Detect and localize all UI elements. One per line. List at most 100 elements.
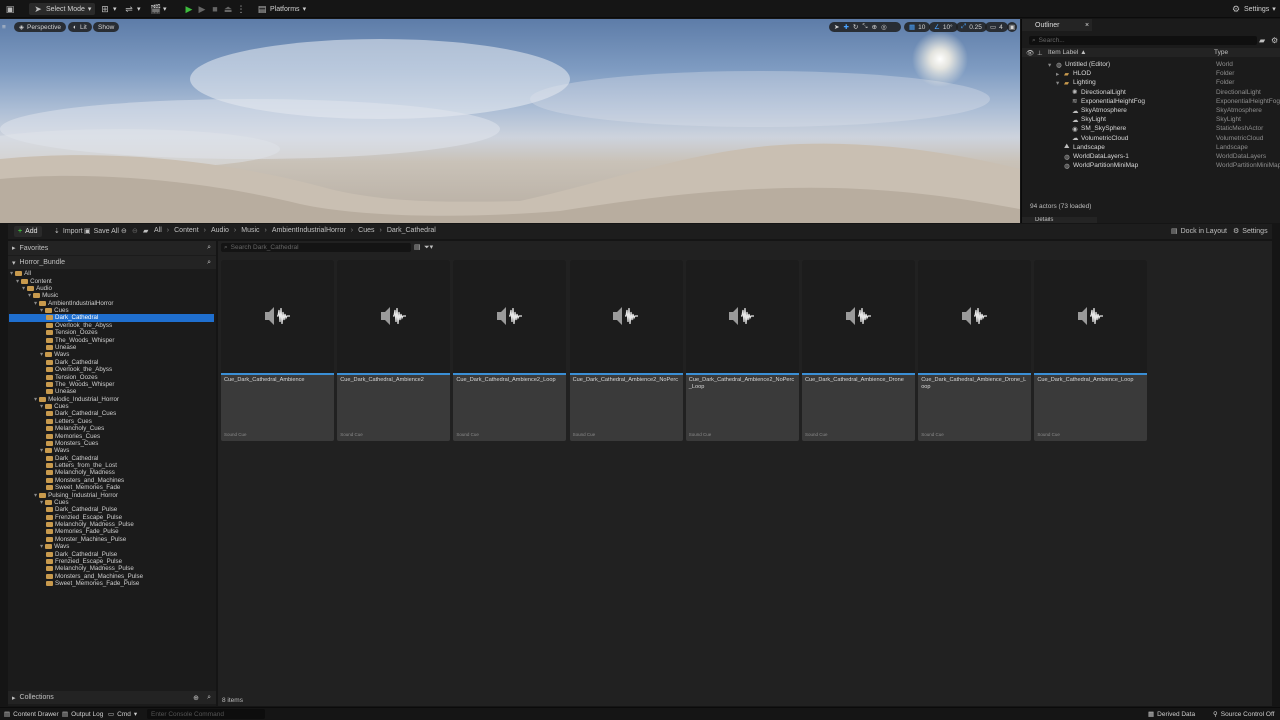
outliner-row[interactable]: ◍ WorldPartitionMiniMap WorldPartitionMini…	[1022, 161, 1280, 170]
asset-tile[interactable]: Cue_Dark_Cathedral_Ambience2_Loop Sound C…	[453, 260, 567, 441]
outliner-row[interactable]: ≋ ExponentialHeightFog ExponentialHeightFo…	[1022, 97, 1280, 106]
outliner-row[interactable]: ☁ SkyAtmosphere SkyAtmosphere	[1022, 106, 1280, 115]
level-viewport[interactable]: ≡ ◈ Perspective ◐ Lit Show ➤ ✚ ↻ ⤡ ⊕ ◎ ▦…	[0, 19, 1020, 223]
folder-tree-item[interactable]: Letters_Cues	[46, 418, 92, 425]
folder-tree-item[interactable]: Dark_Cathedral_Cues	[46, 410, 116, 417]
settings-button[interactable]: ⚙ Settings ▾	[1231, 3, 1276, 15]
asset-tile[interactable]: Cue_Dark_Cathedral_Ambience Sound Cue	[221, 260, 334, 441]
perspective-button[interactable]: ◈ Perspective	[14, 22, 66, 32]
folder-tree-item[interactable]: Unease	[46, 344, 76, 351]
expand-arrow-icon[interactable]: ▾	[1048, 61, 1051, 69]
scale-snap-button[interactable]: ⤢ 0.25	[956, 22, 987, 32]
expand-arrow-icon[interactable]: ▸	[1056, 70, 1059, 78]
expand-arrow-icon[interactable]: ▾	[40, 447, 43, 454]
folder-tree-item[interactable]: Tension_Oozes	[46, 373, 98, 381]
blueprint-icon[interactable]: ⇌ ▾	[124, 3, 140, 15]
outliner-row[interactable]: ▾ ◍ Untitled (Editor) World	[1022, 60, 1280, 69]
column-type[interactable]: Type	[1214, 49, 1228, 56]
folder-tree-item[interactable]: Monsters_and_Machines	[46, 477, 124, 484]
source-control-button[interactable]: ⚲ Source Control Off	[1213, 710, 1274, 719]
expand-arrow-icon[interactable]: ▾	[34, 396, 37, 403]
folder-tree-item[interactable]: Memories_Fade_Pulse	[46, 528, 119, 535]
breadcrumb-separator-icon[interactable]: ›	[167, 227, 169, 234]
folder-tree-item[interactable]: Monster_Machines_Pulse	[46, 536, 126, 543]
show-button[interactable]: Show	[93, 22, 120, 32]
folder-tree-item[interactable]: ▾ Melodic_Industrial_Horror	[34, 395, 119, 403]
filter-icon[interactable]: ⏷▾	[424, 243, 433, 252]
asset-tile[interactable]: Cue_Dark_Cathedral_Ambience2_NoPerc Sound…	[569, 260, 683, 441]
asset-tile[interactable]: Cue_Dark_Cathedral_Ambience_Drone Sound C…	[802, 260, 915, 441]
outliner-row[interactable]: ▸ ▰ HLOD Folder	[1022, 69, 1280, 78]
breadcrumb-item[interactable]: AmbientIndustrialHorror	[272, 227, 346, 234]
expand-arrow-icon[interactable]: ▾	[1056, 79, 1059, 87]
folder-tree-item[interactable]: ▾ Wavs	[40, 543, 69, 550]
expand-arrow-icon[interactable]: ▾	[10, 270, 13, 277]
folder-tree-item[interactable]: ▾ Cues	[40, 403, 69, 410]
save-search-icon[interactable]: ▤	[414, 243, 421, 251]
outliner-row[interactable]: ▾ ▰ Lighting Folder	[1022, 78, 1280, 87]
transform-tools[interactable]: ➤ ✚ ↻ ⤡ ⊕ ◎	[829, 22, 901, 32]
folder-tree-item[interactable]: The_Woods_Whisper	[46, 336, 114, 344]
folder-tree-item[interactable]: Melancholy_Madness_Pulse	[46, 565, 134, 572]
folder-tree-item[interactable]: ▾ Pulsing_Industrial_Horror	[34, 491, 118, 499]
breadcrumb-item[interactable]: Audio	[211, 227, 229, 234]
camera-speed-button[interactable]: ▭ 4	[985, 22, 1008, 32]
expand-arrow-icon[interactable]: ▾	[40, 351, 43, 358]
expand-arrow-icon[interactable]: ▾	[40, 403, 43, 410]
folder-tree-item[interactable]: Overlook_the_Abyss	[46, 366, 112, 373]
breadcrumb-separator-icon[interactable]: ›	[265, 227, 267, 234]
content-settings-button[interactable]: ⚙ Settings	[1233, 227, 1268, 236]
breadcrumb-separator-icon[interactable]: ›	[351, 227, 353, 234]
expand-arrow-icon[interactable]: ▾	[16, 278, 19, 285]
folder-tree-item[interactable]: Dark_Cathedral	[46, 455, 98, 462]
asset-search-input[interactable]: Search Dark_Cathedral	[231, 244, 299, 251]
asset-tile[interactable]: Cue_Dark_Cathedral_Ambience_Drone_Loop So…	[918, 260, 1032, 441]
history-forward-icon[interactable]: ⊖	[132, 227, 138, 235]
outliner-row[interactable]: ◉ SM_SkySphere StaticMeshActor	[1022, 124, 1280, 133]
pin-icon[interactable]: ⊥	[1037, 49, 1043, 57]
breadcrumb-item[interactable]: Music	[241, 227, 259, 234]
breadcrumb-item[interactable]: All	[154, 227, 162, 234]
folder-tree-item[interactable]: Monsters_Cues	[46, 440, 98, 447]
surface-snap-icon[interactable]: ◎	[881, 23, 887, 31]
folder-tree-item[interactable]: Overlook_the_Abyss	[46, 322, 112, 329]
folder-tree-item[interactable]: ▾ All	[10, 270, 31, 277]
grid-snap-button[interactable]: ▦ 10	[904, 22, 931, 32]
eject-icon[interactable]: ⏏	[223, 3, 233, 15]
add-button[interactable]: + Add	[14, 226, 42, 237]
world-icon[interactable]: ⊕	[872, 23, 877, 31]
content-drawer-button[interactable]: ▤ Content Drawer	[4, 710, 59, 719]
breadcrumb-separator-icon[interactable]: ›	[379, 227, 381, 234]
folder-tree-item[interactable]: Frenzied_Escape_Pulse	[46, 558, 122, 565]
folder-tree-item[interactable]: ▾ Content	[16, 277, 52, 285]
expand-arrow-icon[interactable]: ▾	[28, 292, 31, 299]
select-icon[interactable]: ➤	[834, 23, 839, 31]
favorites-header[interactable]: ▸ Favorites ⌕	[8, 241, 216, 255]
folder-tree-item[interactable]: Sweet_Memories_Fade_Pulse	[46, 580, 139, 587]
add-collection-icon[interactable]: ⊕	[193, 694, 199, 702]
breadcrumb-item[interactable]: Dark_Cathedral	[387, 227, 436, 234]
column-item-label[interactable]: Item Label ▲	[1048, 49, 1087, 56]
settings-icon[interactable]: ⚙	[1271, 36, 1278, 45]
cmd-dropdown[interactable]: ▭ Cmd ▾	[108, 710, 137, 719]
expand-arrow-icon[interactable]: ▾	[34, 492, 37, 499]
folder-tree-item[interactable]: Frenzied_Escape_Pulse	[46, 514, 122, 521]
outliner-row[interactable]: ◍ WorldDataLayers-1 WorldDataLayers	[1022, 152, 1280, 161]
asset-tile[interactable]: Cue_Dark_Cathedral_Ambience2 Sound Cue	[337, 260, 451, 441]
folder-tree-item[interactable]: ▾ Music	[28, 292, 58, 299]
folder-tree-item[interactable]: Dark_Cathedral	[46, 359, 98, 366]
collections-header[interactable]: ▸ Collections ⊕ ⌕	[8, 691, 216, 704]
cinematics-icon[interactable]: 🎬 ▾	[150, 3, 167, 15]
folder-tree-item[interactable]: Memories_Cues	[46, 432, 100, 440]
rotate-icon[interactable]: ↻	[853, 23, 858, 31]
folder-tree-item[interactable]: ▾ AmbientIndustrialHorror	[34, 300, 113, 307]
folder-tree-item[interactable]: Tension_Oozes	[46, 329, 98, 336]
folder-tree-item[interactable]: Dark_Cathedral_Pulse	[46, 506, 117, 513]
expand-arrow-icon[interactable]: ▾	[40, 543, 43, 550]
expand-arrow-icon[interactable]: ▾	[34, 300, 37, 307]
platforms-dropdown[interactable]: ▤ Platforms ▾	[257, 3, 306, 15]
outliner-row[interactable]: ⛰ Landscape Landscape	[1022, 143, 1280, 152]
tab-outliner[interactable]: Outliner ×	[1022, 19, 1092, 31]
outliner-search-input[interactable]: Search...	[1039, 37, 1065, 44]
folder-tree-item[interactable]: ▾ Wavs	[40, 447, 69, 454]
